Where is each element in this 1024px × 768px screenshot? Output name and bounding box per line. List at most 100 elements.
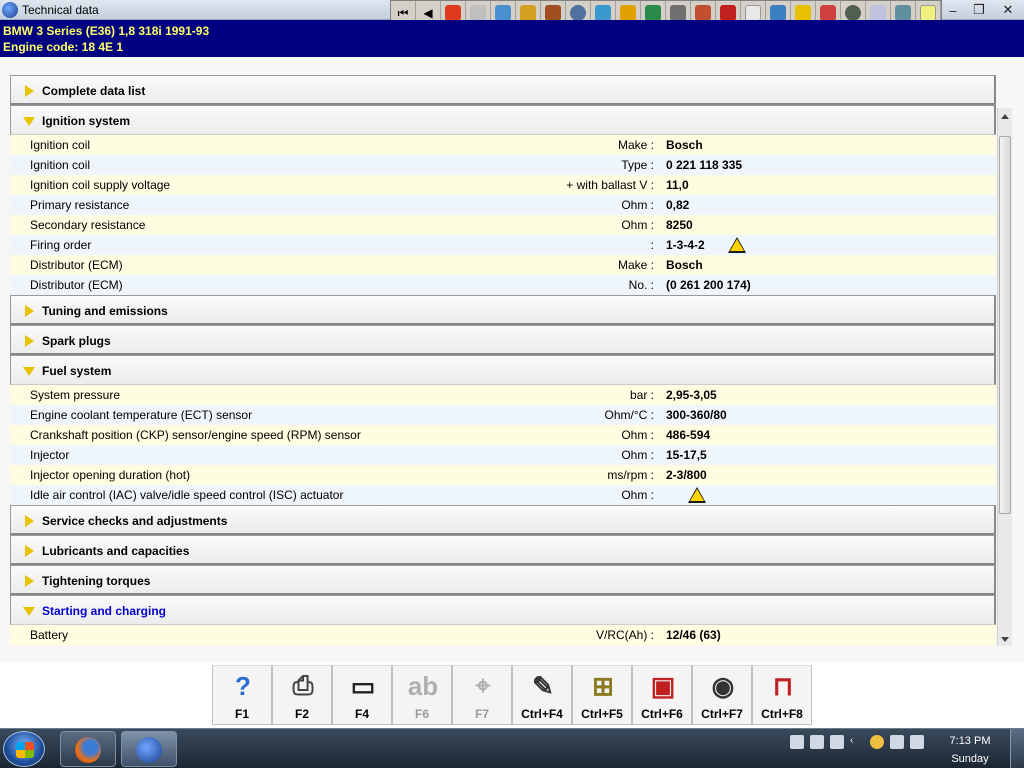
fkey-label: Ctrl+F4 [521, 707, 563, 721]
data-row: Crankshaft position (CKP) sensor/engine … [10, 425, 996, 445]
section-tuning-emissions[interactable]: Tuning and emissions [10, 295, 996, 325]
volume-icon[interactable] [910, 735, 924, 749]
window-title: Technical data [22, 3, 99, 17]
help-tray-icon[interactable] [830, 735, 844, 749]
row-label: Distributor (ECM) [30, 258, 123, 272]
fkey-ctrl-f4-button[interactable]: ✎ Ctrl+F4 [512, 665, 572, 725]
fkey-f1-button[interactable]: ? F1 [212, 665, 272, 725]
expand-arrow-icon [22, 514, 36, 528]
minimize-icon[interactable]: – [940, 0, 966, 20]
letters-icon: ab [407, 670, 439, 701]
collapse-arrow-icon [22, 114, 36, 128]
row-label: Distributor (ECM) [30, 278, 123, 292]
monitor-icon: ▭ [350, 670, 376, 701]
fkey-ctrl-f7-button[interactable]: ◉ Ctrl+F7 [692, 665, 752, 725]
section-ignition-system[interactable]: Ignition system [10, 105, 996, 135]
data-row: Distributor (ECM) Make : Bosch [10, 255, 996, 275]
keyboard-icon[interactable] [810, 735, 824, 749]
section-label: Spark plugs [42, 334, 111, 348]
row-value: 12/46 (63) [666, 628, 721, 642]
row-value: 486-594 [666, 428, 711, 442]
network-icon[interactable] [890, 735, 904, 749]
vertical-scrollbar[interactable] [997, 108, 1012, 646]
section-starting-charging[interactable]: Starting and charging [10, 595, 996, 625]
fkey-label: Ctrl+F5 [581, 707, 623, 721]
data-row: Injector Ohm : 15-17,5 [10, 445, 996, 465]
engine-code: Engine code: 18 4E 1 [3, 40, 124, 54]
row-label: Injector [30, 448, 70, 462]
data-list: Complete data list Ignition system Ignit… [10, 75, 996, 705]
close-icon[interactable]: ✕ [992, 0, 1024, 20]
data-row: Ignition coil Type : 0 221 118 335 [10, 155, 996, 175]
lift-icon: ⊓ [772, 670, 794, 701]
row-unit: + with ballast V : [566, 178, 654, 192]
row-value: 300-360/80 [666, 408, 727, 422]
expand-arrow-icon [22, 84, 36, 98]
section-lubricants[interactable]: Lubricants and capacities [10, 535, 996, 565]
pen-icon[interactable] [790, 735, 804, 749]
row-unit: bar : [629, 388, 654, 402]
row-label: Ignition coil supply voltage [30, 178, 171, 192]
row-value: 0 221 118 335 [666, 158, 743, 172]
fkey-label: F6 [414, 707, 429, 721]
section-label: Lubricants and capacities [42, 544, 190, 558]
messenger-icon[interactable] [870, 735, 884, 749]
show-desktop-button[interactable] [1010, 729, 1024, 768]
warning-triangle-icon[interactable] [688, 487, 706, 503]
app-globe-icon [136, 737, 162, 763]
crosshair-icon: ⌖ [475, 670, 491, 700]
tray-expand-icon[interactable]: ‹ [850, 735, 864, 749]
taskbar-firefox[interactable] [60, 731, 116, 767]
fkey-ctrl-f8-button[interactable]: ⊓ Ctrl+F8 [752, 665, 812, 725]
expand-arrow-icon [22, 304, 36, 318]
fkey-label: Ctrl+F7 [701, 707, 743, 721]
fkey-f2-button[interactable]: ⎙ F2 [272, 665, 332, 725]
fkey-ctrl-f5-button[interactable]: ⊞ Ctrl+F5 [572, 665, 632, 725]
expand-arrow-icon [22, 334, 36, 348]
row-label: Engine coolant temperature (ECT) sensor [30, 408, 253, 422]
section-service-checks[interactable]: Service checks and adjustments [10, 505, 996, 535]
fkey-f4-button[interactable]: ▭ F4 [332, 665, 392, 725]
start-button[interactable] [3, 731, 45, 767]
section-fuel-system[interactable]: Fuel system [10, 355, 996, 385]
data-row: Firing order:1-3-4-2 [10, 235, 996, 255]
section-complete-data-list[interactable]: Complete data list [10, 75, 996, 105]
fkey-label: F7 [474, 707, 489, 721]
row-label: System pressure [30, 388, 121, 402]
row-label: Battery [30, 628, 69, 642]
scroll-down-icon[interactable] [1001, 637, 1009, 642]
row-value: 8250 [666, 218, 693, 232]
section-tightening-torques[interactable]: Tightening torques [10, 565, 996, 595]
data-row: Engine coolant temperature (ECT) sensor O… [10, 405, 996, 425]
section-label: Complete data list [42, 84, 146, 98]
component-icon: ▣ [650, 670, 676, 701]
clock-day: Sunday [951, 753, 989, 765]
section-label: Tuning and emissions [42, 304, 168, 318]
function-key-bar: ? F1 ⎙ F2 ▭ F4 ab F6 ⌖ F7 ✎ Ctrl+F4 ⊞ Ctrl+F5 ▣ Ctrl+F6… [212, 665, 812, 725]
row-value: (0 261 200 174) [666, 278, 751, 292]
add-sheet-icon: ⊞ [592, 670, 614, 701]
restore-icon[interactable]: ❐ [966, 0, 992, 20]
fkey-label: F4 [354, 707, 369, 721]
section-label: Service checks and adjustments [42, 514, 228, 528]
fkey-ctrl-f6-button[interactable]: ▣ Ctrl+F6 [632, 665, 692, 725]
section-label: Fuel system [42, 364, 112, 378]
fkey-label: Ctrl+F8 [761, 707, 803, 721]
taskbar-technical-data[interactable] [121, 731, 177, 767]
printer-icon: ⎙ [292, 670, 314, 700]
data-row: Secondary resistance Ohm : 8250 [10, 215, 996, 235]
row-value: Bosch [666, 138, 703, 152]
section-spark-plugs[interactable]: Spark plugs [10, 325, 996, 355]
row-value: 2-3/800 [666, 468, 707, 482]
notes-icon: ✎ [532, 670, 554, 701]
row-value: 2,95-3,05 [666, 388, 717, 402]
clock[interactable]: 7:13 PM Sunday [944, 732, 996, 768]
scroll-up-icon[interactable] [1001, 114, 1009, 119]
firefox-icon [75, 737, 101, 763]
help-icon: ? [235, 670, 251, 701]
system-tray: ‹ [790, 735, 924, 749]
row-label: Firing order [30, 238, 92, 252]
warning-triangle-icon[interactable] [728, 237, 746, 253]
scroll-thumb[interactable] [999, 136, 1011, 514]
row-label: Crankshaft position (CKP) sensor/engine … [30, 428, 361, 442]
